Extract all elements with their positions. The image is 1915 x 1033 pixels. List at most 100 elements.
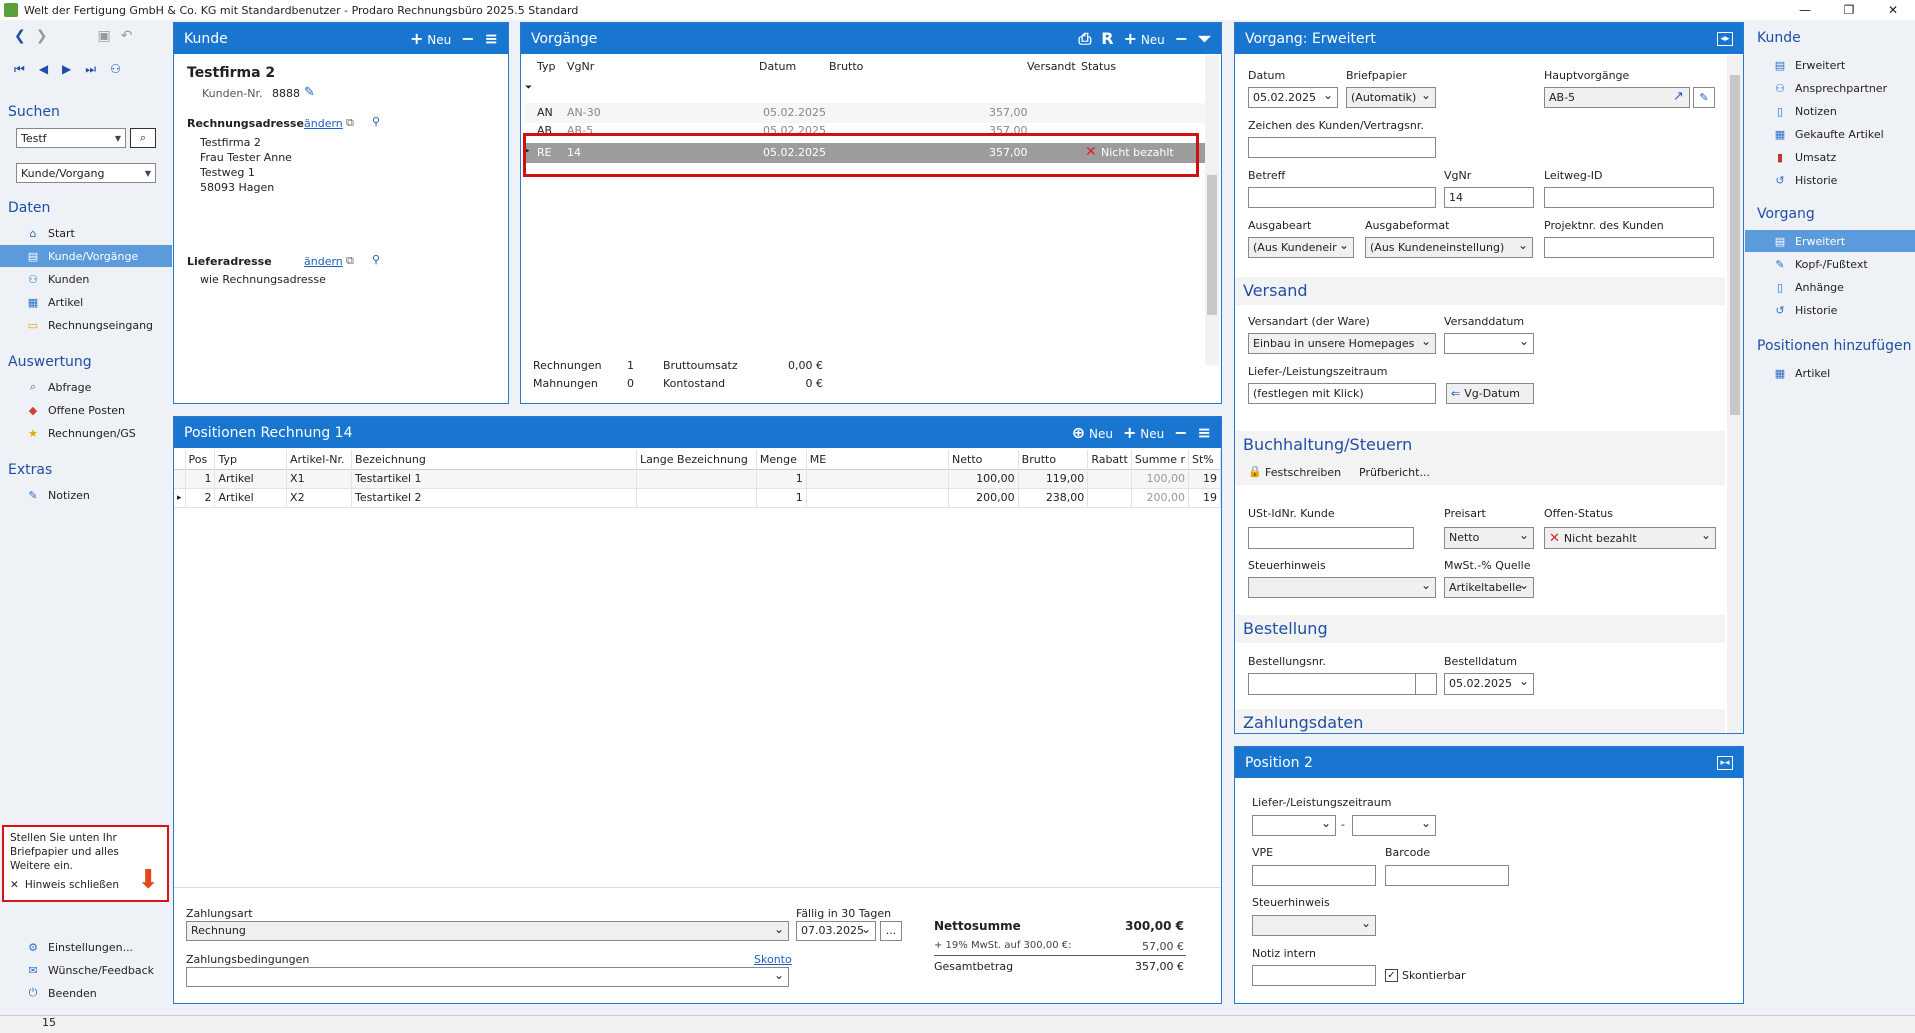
right-kopf-fusstext[interactable]: ✎ Kopf-/Fußtext (1745, 253, 1915, 275)
skonto-link[interactable]: Skonto (754, 953, 792, 966)
prev-icon[interactable]: ◀ (39, 62, 48, 77)
pos-steuerhinweis-select[interactable] (1252, 915, 1376, 936)
nav-rechnungseingang[interactable]: ▭ Rechnungseingang (0, 314, 172, 336)
users-icon[interactable]: ⚇ (110, 62, 121, 77)
zahlungsbedingungen-select[interactable] (186, 967, 789, 987)
zeitraum-input[interactable]: (festlegen mit Klick) (1248, 383, 1436, 404)
vg-datum-button[interactable]: ⇐ Vg-Datum (1446, 383, 1534, 404)
collapse-panel-icon[interactable]: ◂▸ (1717, 31, 1733, 46)
forward-icon[interactable]: ❯ (36, 28, 48, 44)
col-rabatt[interactable]: Rabatt (1087, 450, 1132, 469)
positionen-new-button-2[interactable]: + Neu (1123, 423, 1164, 442)
filter-row-icon[interactable]: ⏷ (525, 83, 532, 93)
search-input[interactable]: Testf ▼ (16, 128, 126, 148)
zahlungsart-select[interactable]: Rechnung (186, 921, 789, 941)
vorgang-row-an[interactable]: AN AN-30 05.02.2025 357,00 (525, 103, 1205, 123)
hauptvorgaenge-input[interactable]: AB-5 (1544, 87, 1690, 108)
col-vgnr[interactable]: VgNr (567, 60, 594, 73)
col-me[interactable]: ME (806, 450, 950, 469)
edit-pencil-icon[interactable]: ✎ (304, 85, 315, 100)
festschreiben-button[interactable]: Festschreiben (1265, 466, 1341, 479)
location-pin-icon-2[interactable]: ⚲ (372, 253, 380, 266)
zeichen-input[interactable] (1248, 137, 1436, 158)
pruefbericht-button[interactable]: Prüfbericht... (1359, 466, 1430, 479)
preisart-select[interactable]: Netto (1444, 527, 1534, 549)
col-artikelnr[interactable]: Artikel-Nr. (286, 450, 352, 469)
right-kunde-historie[interactable]: ↺ Historie (1745, 169, 1915, 191)
right-anhaenge[interactable]: ▯ Anhänge (1745, 276, 1915, 298)
nav-kunden[interactable]: ⚇ Kunden (0, 268, 172, 290)
copy-icon[interactable]: ⧉ (346, 116, 354, 130)
back-icon[interactable]: ❮ (14, 28, 26, 44)
right-notizen[interactable]: ▯ Notizen (1745, 100, 1915, 122)
briefpapier-select[interactable]: (Automatik) (1346, 87, 1436, 108)
faellig-date[interactable]: 07.03.2025 (796, 921, 876, 941)
offen-status-select[interactable]: ✕ Nicht bezahlt (1544, 527, 1716, 549)
vpe-input[interactable] (1252, 865, 1376, 886)
vgnr-input[interactable]: 14 (1444, 187, 1534, 208)
ausgabeformat-select[interactable]: (Aus Kundeneinstellung) (1365, 237, 1533, 258)
barcode-input[interactable] (1385, 865, 1509, 886)
right-umsatz[interactable]: ▮ Umsatz (1745, 146, 1915, 168)
col-typ[interactable]: Typ (214, 450, 288, 469)
ust-input[interactable] (1248, 527, 1414, 549)
menu-icon[interactable]: ≡ (485, 29, 498, 48)
versandart-select[interactable]: Einbau in unsere Homepages (1248, 333, 1436, 354)
filter-icon[interactable]: ⏷ (1198, 29, 1211, 49)
vorgaenge-scrollbar[interactable] (1205, 55, 1219, 365)
search-scope-select[interactable]: Kunde/Vorgang ▼ (16, 163, 156, 183)
col-brutto[interactable]: Brutto (829, 60, 863, 73)
projektnr-input[interactable] (1544, 237, 1714, 258)
col-pos[interactable]: Pos (185, 450, 216, 469)
nav-einstellungen[interactable]: ⚙ Einstellungen... (0, 936, 172, 958)
nav-kunde-vorgaenge[interactable]: ▤ Kunde/Vorgänge (0, 245, 172, 267)
faellig-more-button[interactable]: ... (880, 921, 902, 941)
notiz-input[interactable] (1252, 965, 1376, 986)
mwst-quelle-select[interactable]: Artikeltabelle (1444, 577, 1534, 598)
vorgaenge-new-button[interactable]: + Neu (1124, 29, 1165, 48)
right-vorgang-erweitert[interactable]: ▤ Erweitert (1745, 230, 1915, 252)
ausgabeart-select[interactable]: (Aus Kundeneir (1248, 237, 1354, 258)
pos-zeitraum-to[interactable] (1352, 815, 1436, 836)
nav-notizen[interactable]: ✎ Notizen (0, 484, 172, 506)
right-ansprechpartner[interactable]: ⚇ Ansprechpartner (1745, 77, 1915, 99)
datum-input[interactable]: 05.02.2025 (1248, 87, 1338, 108)
skontierbar-checkbox[interactable]: ✓ (1385, 969, 1398, 982)
nav-start[interactable]: ⌂ Start (0, 222, 172, 244)
close-icon[interactable]: ✕ (1871, 0, 1915, 20)
minimize-icon[interactable]: — (1783, 0, 1827, 20)
location-pin-icon[interactable]: ⚲ (372, 115, 380, 128)
col-versandt[interactable]: Versandt (1027, 60, 1076, 73)
positionen-new-button-1[interactable]: ⊕ Neu (1072, 423, 1113, 442)
nav-artikel[interactable]: ▦ Artikel (0, 291, 172, 313)
col-brutto[interactable]: Brutto (1018, 450, 1089, 469)
search-button[interactable]: ⌕ (130, 128, 156, 148)
right-add-artikel[interactable]: ▦ Artikel (1745, 362, 1915, 384)
minus-icon[interactable]: − (1174, 423, 1187, 442)
open-link-icon[interactable]: ↗ (1673, 89, 1684, 104)
col-netto[interactable]: Netto (948, 450, 1019, 469)
vorgang-row-ab[interactable]: AB AB-5 05.02.2025 357,00 (525, 123, 1205, 133)
next-icon[interactable]: ▶ (62, 62, 71, 77)
maximize-icon[interactable]: ❐ (1827, 0, 1871, 20)
lieferadresse-change-link[interactable]: ändern (304, 255, 343, 268)
bestellnr-button[interactable] (1415, 673, 1437, 695)
table-row[interactable]: 1 Artikel X1 Testartikel 1 1 100,00 119,… (174, 469, 1222, 488)
rechnungsadresse-change-link[interactable]: ändern (304, 117, 343, 130)
collapse-panel-icon[interactable]: ▸◂ (1717, 755, 1733, 770)
bestellnr-input[interactable] (1248, 673, 1416, 695)
col-menge[interactable]: Menge (756, 450, 807, 469)
save-icon[interactable]: ▣ (97, 28, 110, 44)
betreff-input[interactable] (1248, 187, 1436, 208)
nav-feedback[interactable]: ✉ Wünsche/Feedback (0, 959, 172, 981)
copy-icon-2[interactable]: ⧉ (346, 254, 354, 268)
col-st[interactable]: St% (1188, 450, 1222, 469)
haupt-edit-button[interactable]: ✎ (1693, 87, 1715, 108)
pos-zeitraum-from[interactable] (1252, 815, 1336, 836)
r-button[interactable]: R (1101, 29, 1113, 48)
col-datum[interactable]: Datum (759, 60, 796, 73)
versanddatum-input[interactable] (1444, 333, 1534, 354)
col-lange-bezeichnung[interactable]: Lange Bezeichnung (636, 450, 757, 469)
undo-icon[interactable]: ↶ (121, 28, 133, 44)
right-vorgang-historie[interactable]: ↺ Historie (1745, 299, 1915, 321)
